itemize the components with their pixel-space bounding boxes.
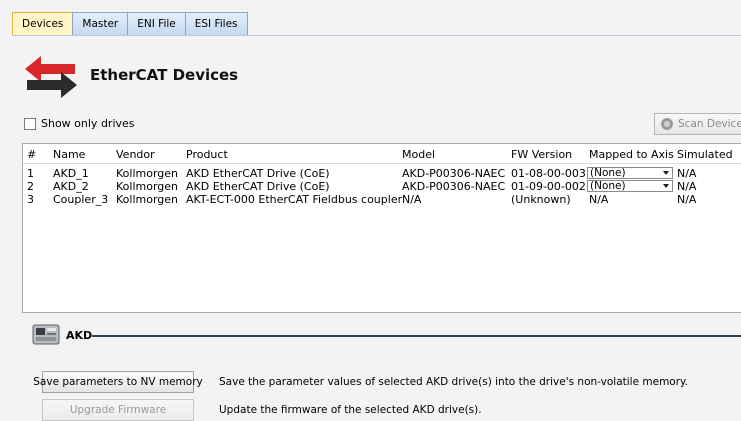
cell-model: AKD-P00306-NAEC xyxy=(402,180,506,193)
chevron-down-icon xyxy=(663,184,669,188)
col-header-num[interactable]: # xyxy=(27,148,36,161)
tab-divider xyxy=(12,35,741,36)
cell-vendor: Kollmorgen xyxy=(116,193,179,206)
cell-fw-version: (Unknown) xyxy=(511,193,571,206)
akd-section-divider xyxy=(92,335,741,337)
cell-model: AKD-P00306-NAEC xyxy=(402,167,506,180)
chevron-down-icon xyxy=(663,171,669,175)
scan-devices-button[interactable]: Scan Devices xyxy=(654,113,741,135)
tab-master[interactable]: Master xyxy=(72,12,128,36)
show-only-drives-checkbox[interactable]: Show only drives xyxy=(24,117,135,130)
col-header-name[interactable]: Name xyxy=(53,148,85,161)
cell-name: Coupler_3 xyxy=(53,193,109,206)
cell-num: 3 xyxy=(27,193,34,206)
scan-icon xyxy=(661,118,673,130)
cell-product: AKD EtherCAT Drive (CoE) xyxy=(186,180,330,193)
axis-dropdown[interactable]: (None) xyxy=(587,180,673,192)
devices-table[interactable]: # Name Vendor Product Model FW Version M… xyxy=(22,143,741,313)
axis-dropdown[interactable]: (None) xyxy=(587,167,673,179)
akd-drive-icon xyxy=(32,324,60,345)
cell-num: 1 xyxy=(27,167,34,180)
page-title: EtherCAT Devices xyxy=(90,66,239,84)
cell-mapped-axis: N/A xyxy=(589,193,609,206)
ethercat-arrows-icon xyxy=(25,56,77,98)
cell-num: 2 xyxy=(27,180,34,193)
cell-model: N/A xyxy=(402,193,422,206)
show-only-drives-label: Show only drives xyxy=(41,117,135,130)
upgrade-firmware-description: Update the firmware of the selected AKD … xyxy=(219,404,482,416)
cell-simulated: N/A xyxy=(677,180,697,193)
col-header-vendor[interactable]: Vendor xyxy=(116,148,155,161)
cell-simulated: N/A xyxy=(677,167,697,180)
scan-devices-label: Scan Devices xyxy=(678,118,741,130)
col-header-mapped-axis[interactable]: Mapped to Axis xyxy=(589,148,674,161)
cell-product: AKT-ECT-000 EtherCAT Fieldbus coupler xyxy=(186,193,403,206)
table-row[interactable]: 2 AKD_2 Kollmorgen AKD EtherCAT Drive (C… xyxy=(23,180,741,193)
axis-dropdown-value: (None) xyxy=(590,167,626,179)
save-nv-memory-button[interactable]: Save parameters to NV memory xyxy=(33,371,203,393)
cell-name: AKD_2 xyxy=(53,180,89,193)
table-header: # Name Vendor Product Model FW Version M… xyxy=(23,144,741,164)
col-header-simulated[interactable]: Simulated xyxy=(677,148,733,161)
cell-vendor: Kollmorgen xyxy=(116,180,179,193)
save-nv-memory-description: Save the parameter values of selected AK… xyxy=(219,376,689,388)
cell-simulated: N/A xyxy=(677,193,697,206)
cell-product: AKD EtherCAT Drive (CoE) xyxy=(186,167,330,180)
axis-dropdown-value: (None) xyxy=(590,180,626,192)
akd-section-label: AKD xyxy=(66,329,93,342)
checkbox-box[interactable] xyxy=(24,117,36,130)
cell-name: AKD_1 xyxy=(53,167,89,180)
col-header-model[interactable]: Model xyxy=(402,148,435,161)
upgrade-firmware-button[interactable]: Upgrade Firmware xyxy=(42,399,194,421)
tab-esi-files[interactable]: ESI Files xyxy=(184,12,248,36)
cell-vendor: Kollmorgen xyxy=(116,167,179,180)
table-row[interactable]: 3 Coupler_3 Kollmorgen AKT-ECT-000 Ether… xyxy=(23,193,741,206)
tab-eni-file[interactable]: ENI File xyxy=(127,12,185,36)
col-header-product[interactable]: Product xyxy=(186,148,228,161)
table-row[interactable]: 1 AKD_1 Kollmorgen AKD EtherCAT Drive (C… xyxy=(23,167,741,180)
cell-fw-version: 01-08-00-003 xyxy=(511,167,586,180)
col-header-fw-version[interactable]: FW Version xyxy=(511,148,572,161)
tab-devices[interactable]: Devices xyxy=(12,12,73,36)
tab-bar: Devices Master ENI File ESI Files xyxy=(12,12,248,36)
cell-fw-version: 01-09-00-002 xyxy=(511,180,586,193)
